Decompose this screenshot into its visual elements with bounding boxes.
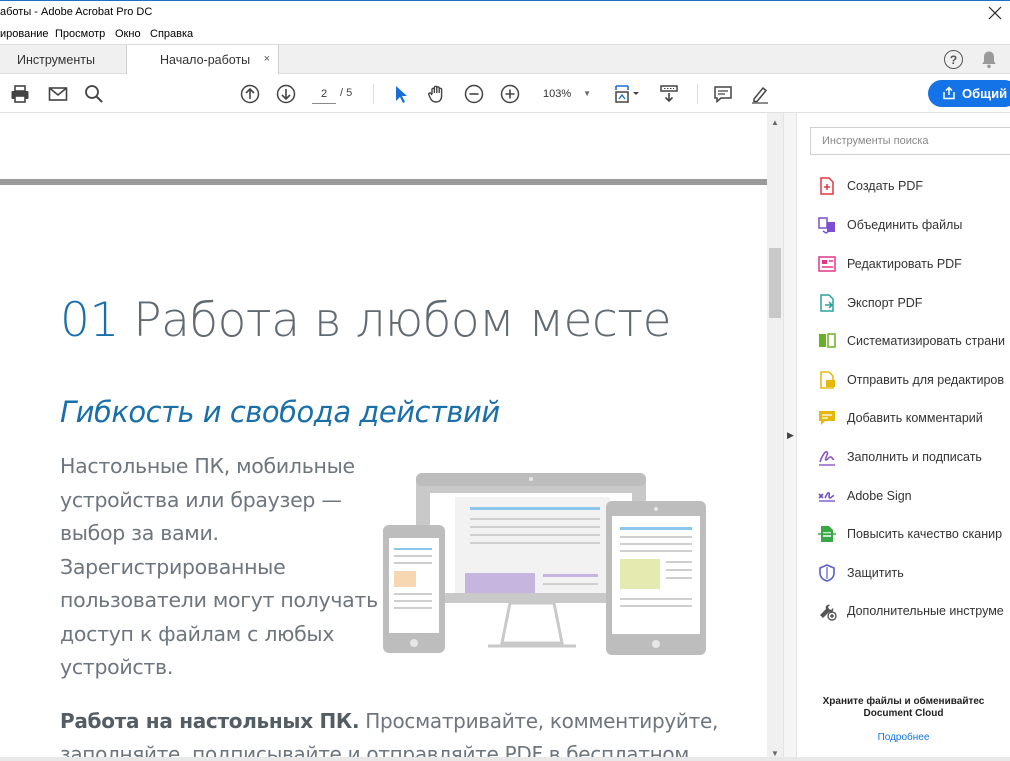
next-page-icon[interactable] (274, 82, 298, 106)
menu-window[interactable]: Окно (115, 28, 141, 40)
tool-label: Добавить комментарий (847, 411, 983, 425)
page-divider (0, 179, 767, 185)
scroll-mode-icon[interactable] (657, 82, 681, 106)
comment-icon (819, 411, 835, 425)
select-cursor-icon[interactable] (388, 82, 412, 106)
title-bar: аботы - Adobe Acrobat Pro DC (0, 0, 1010, 24)
tools-search-input[interactable]: Инструменты поиска (810, 127, 1010, 155)
menu-view[interactable]: Просмотр (55, 28, 105, 40)
body-paragraph: Настольные ПК, мобильные устройства или … (60, 454, 378, 679)
highlight-pen-icon[interactable] (748, 82, 772, 106)
chevron-down-icon: ▼ (583, 89, 591, 98)
devices-illustration (383, 473, 706, 655)
comment-icon[interactable] (711, 82, 735, 106)
menu-help[interactable]: Справка (150, 28, 193, 40)
hand-tool-icon[interactable] (425, 82, 449, 106)
learn-more-link[interactable]: Подробнее (797, 732, 1010, 743)
zoom-out-icon[interactable] (462, 82, 486, 106)
zoom-select[interactable]: 103% ▼ (537, 84, 595, 104)
tab-document[interactable]: Начало-работы × (127, 45, 279, 75)
tool-organize-pages[interactable]: Систематизировать страни (817, 330, 1010, 352)
toolbar-separator (373, 84, 374, 104)
tool-create-pdf[interactable]: Создать PDF (817, 175, 1010, 197)
tool-add-comment[interactable]: Добавить комментарий (817, 407, 1010, 429)
window-title: аботы - Adobe Acrobat Pro DC (0, 6, 153, 18)
page-number-input[interactable]: 2 (312, 84, 336, 104)
share-button-label: Общий (962, 86, 1008, 101)
tool-label: Adobe Sign (847, 489, 912, 503)
tool-label: Защитить (847, 566, 904, 580)
share-button[interactable]: Общий (928, 80, 1010, 107)
adobe-sign-icon (818, 492, 835, 502)
vertical-scrollbar[interactable]: ▲ ▼ (767, 113, 783, 761)
promo-line-2: Document Cloud (863, 708, 944, 719)
tool-protect[interactable]: Защитить (817, 562, 1010, 584)
search-icon[interactable] (82, 82, 106, 106)
tool-label: Экспорт PDF (847, 296, 923, 310)
document-cloud-promo: Храните файлы и обменивайтес Document Cl… (797, 696, 1010, 720)
tool-label: Дополнительные инструме (847, 604, 1004, 618)
tool-label: Создать PDF (847, 179, 923, 193)
tab-bar: Инструменты Начало-работы × ? (0, 44, 1010, 75)
tab-close-icon[interactable]: × (264, 53, 270, 65)
combine-files-icon (818, 217, 835, 234)
tool-label: Заполнить и подписать (847, 450, 982, 464)
heading-text: Работа в любом месте (133, 293, 671, 348)
send-for-review-icon (820, 371, 835, 389)
export-pdf-icon (820, 294, 834, 312)
create-pdf-icon (820, 177, 834, 195)
enhance-scan-icon (818, 526, 836, 542)
scroll-up-icon[interactable]: ▲ (771, 118, 779, 127)
shield-icon (819, 564, 835, 582)
tab-document-label: Начало-работы (160, 53, 251, 67)
scrollbar-thumb[interactable] (769, 248, 781, 318)
more-tools-icon (820, 604, 837, 621)
tab-tools-label: Инструменты (17, 52, 95, 67)
document-view[interactable]: 01 Работа в любом месте Гибкость и свобо… (0, 113, 783, 761)
tool-more-tools[interactable]: Дополнительные инструме (817, 600, 1010, 622)
paragraph-lead: Работа на настольных ПК. (60, 709, 360, 733)
panel-collapse-strip[interactable]: ▶ (783, 113, 797, 761)
page-subheading: Гибкость и свобода действий (60, 395, 500, 429)
edit-pdf-icon (818, 256, 836, 272)
organize-pages-icon (819, 333, 836, 348)
tool-edit-pdf[interactable]: Редактировать PDF (817, 253, 1010, 275)
notification-bell-icon[interactable] (980, 50, 998, 69)
toolbar-separator (697, 84, 698, 104)
zoom-value: 103% (543, 88, 572, 100)
tool-label: Редактировать PDF (847, 257, 962, 271)
promo-line-1: Храните файлы и обменивайтес (822, 696, 985, 707)
print-icon[interactable] (8, 82, 32, 106)
previous-page-icon[interactable] (238, 82, 262, 106)
tool-enhance-scan[interactable]: Повысить качество сканир (817, 523, 1010, 545)
page-total: / 5 (340, 87, 353, 99)
tool-adobe-sign[interactable]: Adobe Sign (817, 485, 1010, 507)
page-heading: 01 Работа в любом месте (60, 293, 671, 348)
zoom-in-icon[interactable] (498, 82, 522, 106)
share-icon (943, 86, 955, 100)
tab-tools[interactable]: Инструменты (0, 45, 127, 74)
tool-fill-sign[interactable]: Заполнить и подписать (817, 446, 1010, 468)
fill-sign-icon (819, 451, 835, 466)
tool-label: Объединить файлы (847, 218, 963, 232)
toolbar: 2 / 5 103% ▼ Общий (0, 74, 1010, 113)
body-paragraph-2: Работа на настольных ПК. Просматривайте,… (60, 705, 760, 761)
menu-edit[interactable]: ирование (0, 28, 49, 40)
window-bottom-edge (0, 757, 1010, 761)
tools-panel: Инструменты поиска Создать PDF Объединит… (797, 113, 1010, 761)
tool-send-for-review[interactable]: Отправить для редактиров (817, 369, 1010, 391)
heading-number: 01 (60, 293, 119, 348)
tool-combine-files[interactable]: Объединить файлы (817, 214, 1010, 236)
tool-label: Повысить качество сканир (847, 527, 1003, 541)
collapse-arrow-icon[interactable]: ▶ (787, 430, 794, 441)
email-icon[interactable] (46, 82, 70, 106)
page-fit-icon[interactable] (610, 82, 642, 106)
tool-label: Отправить для редактиров (847, 373, 1005, 387)
menu-bar: ирование Просмотр Окно Справка (0, 24, 1010, 44)
tool-label: Систематизировать страни (847, 334, 1006, 348)
tool-export-pdf[interactable]: Экспорт PDF (817, 292, 1010, 314)
help-icon[interactable]: ? (944, 50, 963, 69)
window-close-icon[interactable] (988, 2, 1002, 25)
